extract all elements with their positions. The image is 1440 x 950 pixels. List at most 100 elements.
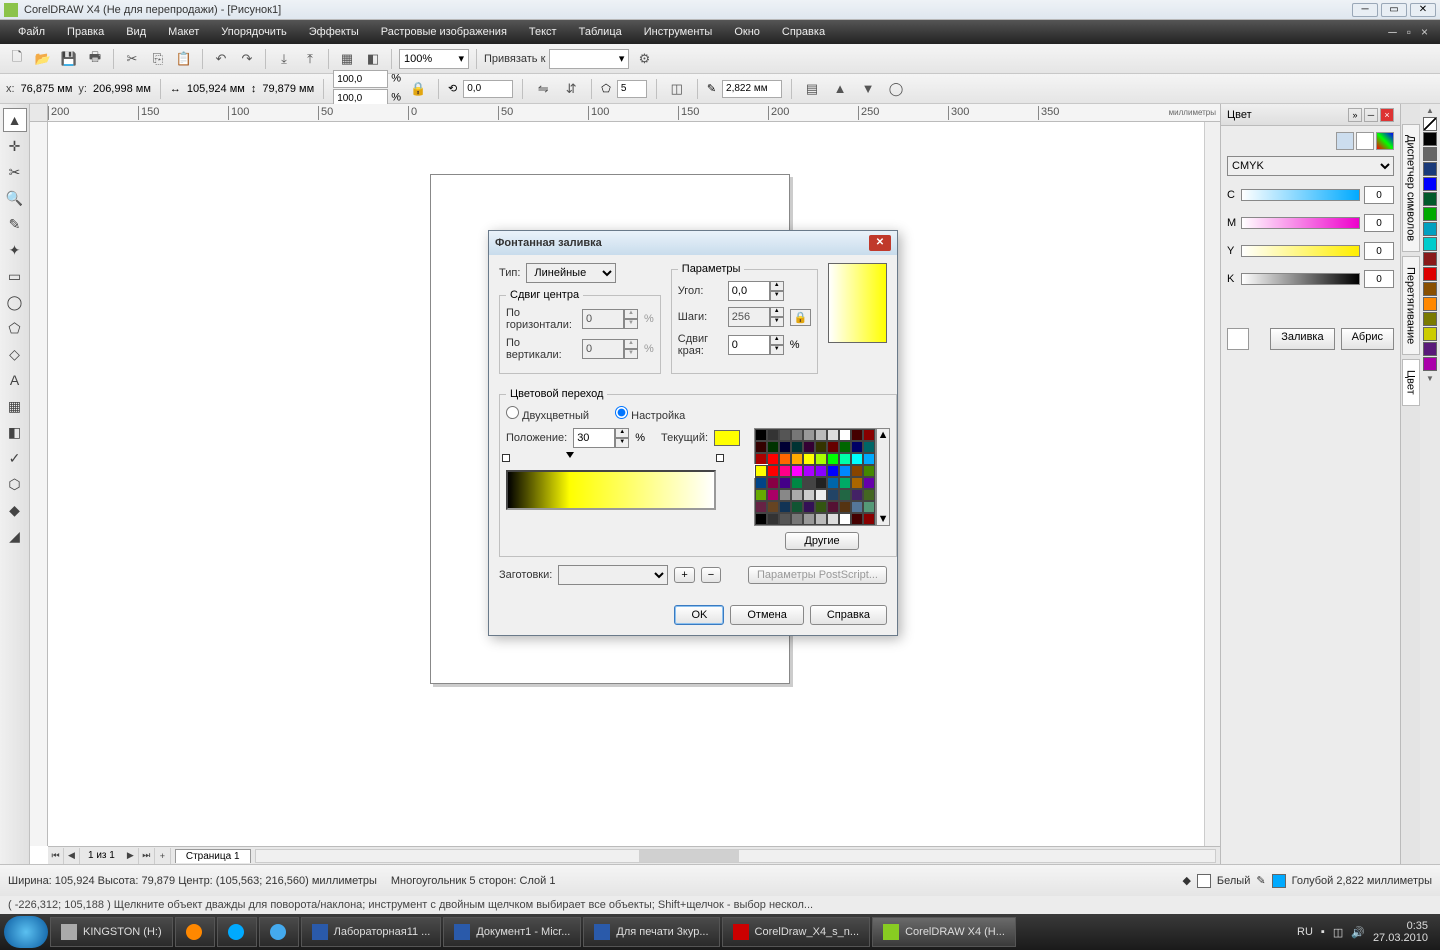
convert-icon[interactable]: ◯ [885,78,907,100]
text-tool-icon[interactable]: A [3,368,27,392]
prev-page-button[interactable]: ◀ [64,848,80,864]
palette-cell[interactable] [863,501,875,513]
to-front-icon[interactable]: ▲ [829,78,851,100]
palette-cell[interactable] [827,441,839,453]
palette-cell[interactable] [827,513,839,525]
gradient-markers[interactable] [506,454,720,466]
horizontal-scrollbar[interactable] [255,849,1216,863]
palette-cell[interactable] [767,429,779,441]
presets-select[interactable] [558,565,668,585]
snap-combobox[interactable]: ▾ [549,49,629,69]
to-curves-icon[interactable]: ◫ [666,78,688,100]
palette-cell[interactable] [767,489,779,501]
menu-window[interactable]: Окно [724,23,770,41]
palette-cell[interactable] [827,429,839,441]
palette-cell[interactable] [839,441,851,453]
palette-swatch[interactable] [1423,357,1437,371]
docker-close-button[interactable]: × [1380,108,1394,122]
interactive-fill-tool-icon[interactable]: ◢ [3,524,27,548]
palette-cell[interactable] [851,453,863,465]
palette-up-icon[interactable]: ▲ [1426,106,1434,115]
ruler-corner[interactable] [30,104,48,122]
angle-input[interactable] [728,281,770,301]
palette-cell[interactable] [863,477,875,489]
polygon-sides-input[interactable] [617,80,647,98]
palette-cell[interactable] [839,477,851,489]
palette-cell[interactable] [803,501,815,513]
palette-cell[interactable] [803,489,815,501]
vertical-scrollbar[interactable] [1204,122,1220,846]
cut-icon[interactable]: ✂ [121,48,143,70]
palette-scroll-down-icon[interactable]: ▼ [877,513,889,525]
tray-volume-icon[interactable]: 🔊 [1351,926,1365,939]
palette-swatch[interactable] [1423,177,1437,191]
new-icon[interactable]: 🗋 [6,48,28,70]
palette-swatch[interactable] [1423,327,1437,341]
palette-cell[interactable] [791,477,803,489]
pick-tool-icon[interactable]: ▲ [3,108,27,132]
palette-cell[interactable] [767,465,779,477]
polygon-tool-icon[interactable]: ⬠ [3,316,27,340]
palette-cell[interactable] [827,501,839,513]
palette-cell[interactable] [851,501,863,513]
x-value[interactable]: 76,875 мм [21,83,73,95]
palette-cell[interactable] [779,501,791,513]
palette-cell[interactable] [863,441,875,453]
maximize-button[interactable]: ▭ [1381,3,1407,17]
palette-cell[interactable] [815,453,827,465]
palette-cell[interactable] [755,489,767,501]
palette-cell[interactable] [815,513,827,525]
vertical-ruler[interactable] [30,122,48,846]
interactive-tool-icon[interactable]: ◧ [3,420,27,444]
menu-table[interactable]: Таблица [569,23,632,41]
color-model-select[interactable]: CMYK [1227,156,1394,176]
width-value[interactable]: 105,924 мм [187,83,245,95]
channel-slider[interactable] [1241,245,1360,257]
menu-tools[interactable]: Инструменты [634,23,723,41]
wrap-text-icon[interactable]: ▤ [801,78,823,100]
menu-text[interactable]: Текст [519,23,567,41]
clock[interactable]: 0:35 27.03.2010 [1373,920,1428,944]
start-button[interactable] [4,916,48,948]
palette-cell[interactable] [815,429,827,441]
channel-value-input[interactable] [1364,186,1394,204]
color-viewer-icon[interactable] [1356,132,1374,150]
taskbar-item-word1[interactable]: Лабораторная11 ... [301,917,442,947]
mini-palette[interactable] [754,428,876,526]
mirror-v-icon[interactable]: ⇵ [560,78,582,100]
palette-swatch[interactable] [1423,132,1437,146]
palette-cell[interactable] [839,465,851,477]
palette-cell[interactable] [863,489,875,501]
save-icon[interactable]: 💾 [58,48,80,70]
palette-cell[interactable] [767,477,779,489]
to-back-icon[interactable]: ▼ [857,78,879,100]
menu-edit[interactable]: Правка [57,23,114,41]
lock-ratio-icon[interactable]: 🔒 [407,78,429,100]
palette-cell[interactable] [767,513,779,525]
welcome-icon[interactable]: ◧ [362,48,384,70]
fill-button[interactable]: Заливка [1270,328,1334,350]
palette-cell[interactable] [803,465,815,477]
outline-indicator-icon[interactable]: ✎ [1256,874,1265,887]
palette-cell[interactable] [803,453,815,465]
no-color-swatch[interactable] [1423,117,1437,131]
palette-cell[interactable] [779,429,791,441]
menu-view[interactable]: Вид [116,23,156,41]
next-page-button[interactable]: ▶ [123,848,139,864]
palette-cell[interactable] [755,477,767,489]
palette-cell[interactable] [815,477,827,489]
outline-width-input[interactable] [722,80,782,98]
mdi-close-button[interactable]: × [1417,25,1432,39]
tray-network-icon[interactable]: ◫ [1333,926,1343,939]
others-button[interactable]: Другие [785,532,858,550]
zoom-level-combobox[interactable]: 100%▾ [399,49,469,69]
outline-tool-icon[interactable]: ⬡ [3,472,27,496]
docker-tab-color[interactable]: Цвет [1402,359,1420,406]
undo-icon[interactable]: ↶ [210,48,232,70]
channel-slider[interactable] [1241,189,1360,201]
palette-cell[interactable] [779,513,791,525]
palette-cell[interactable] [839,489,851,501]
palette-swatch[interactable] [1423,282,1437,296]
palette-cell[interactable] [815,489,827,501]
menu-layout[interactable]: Макет [158,23,209,41]
